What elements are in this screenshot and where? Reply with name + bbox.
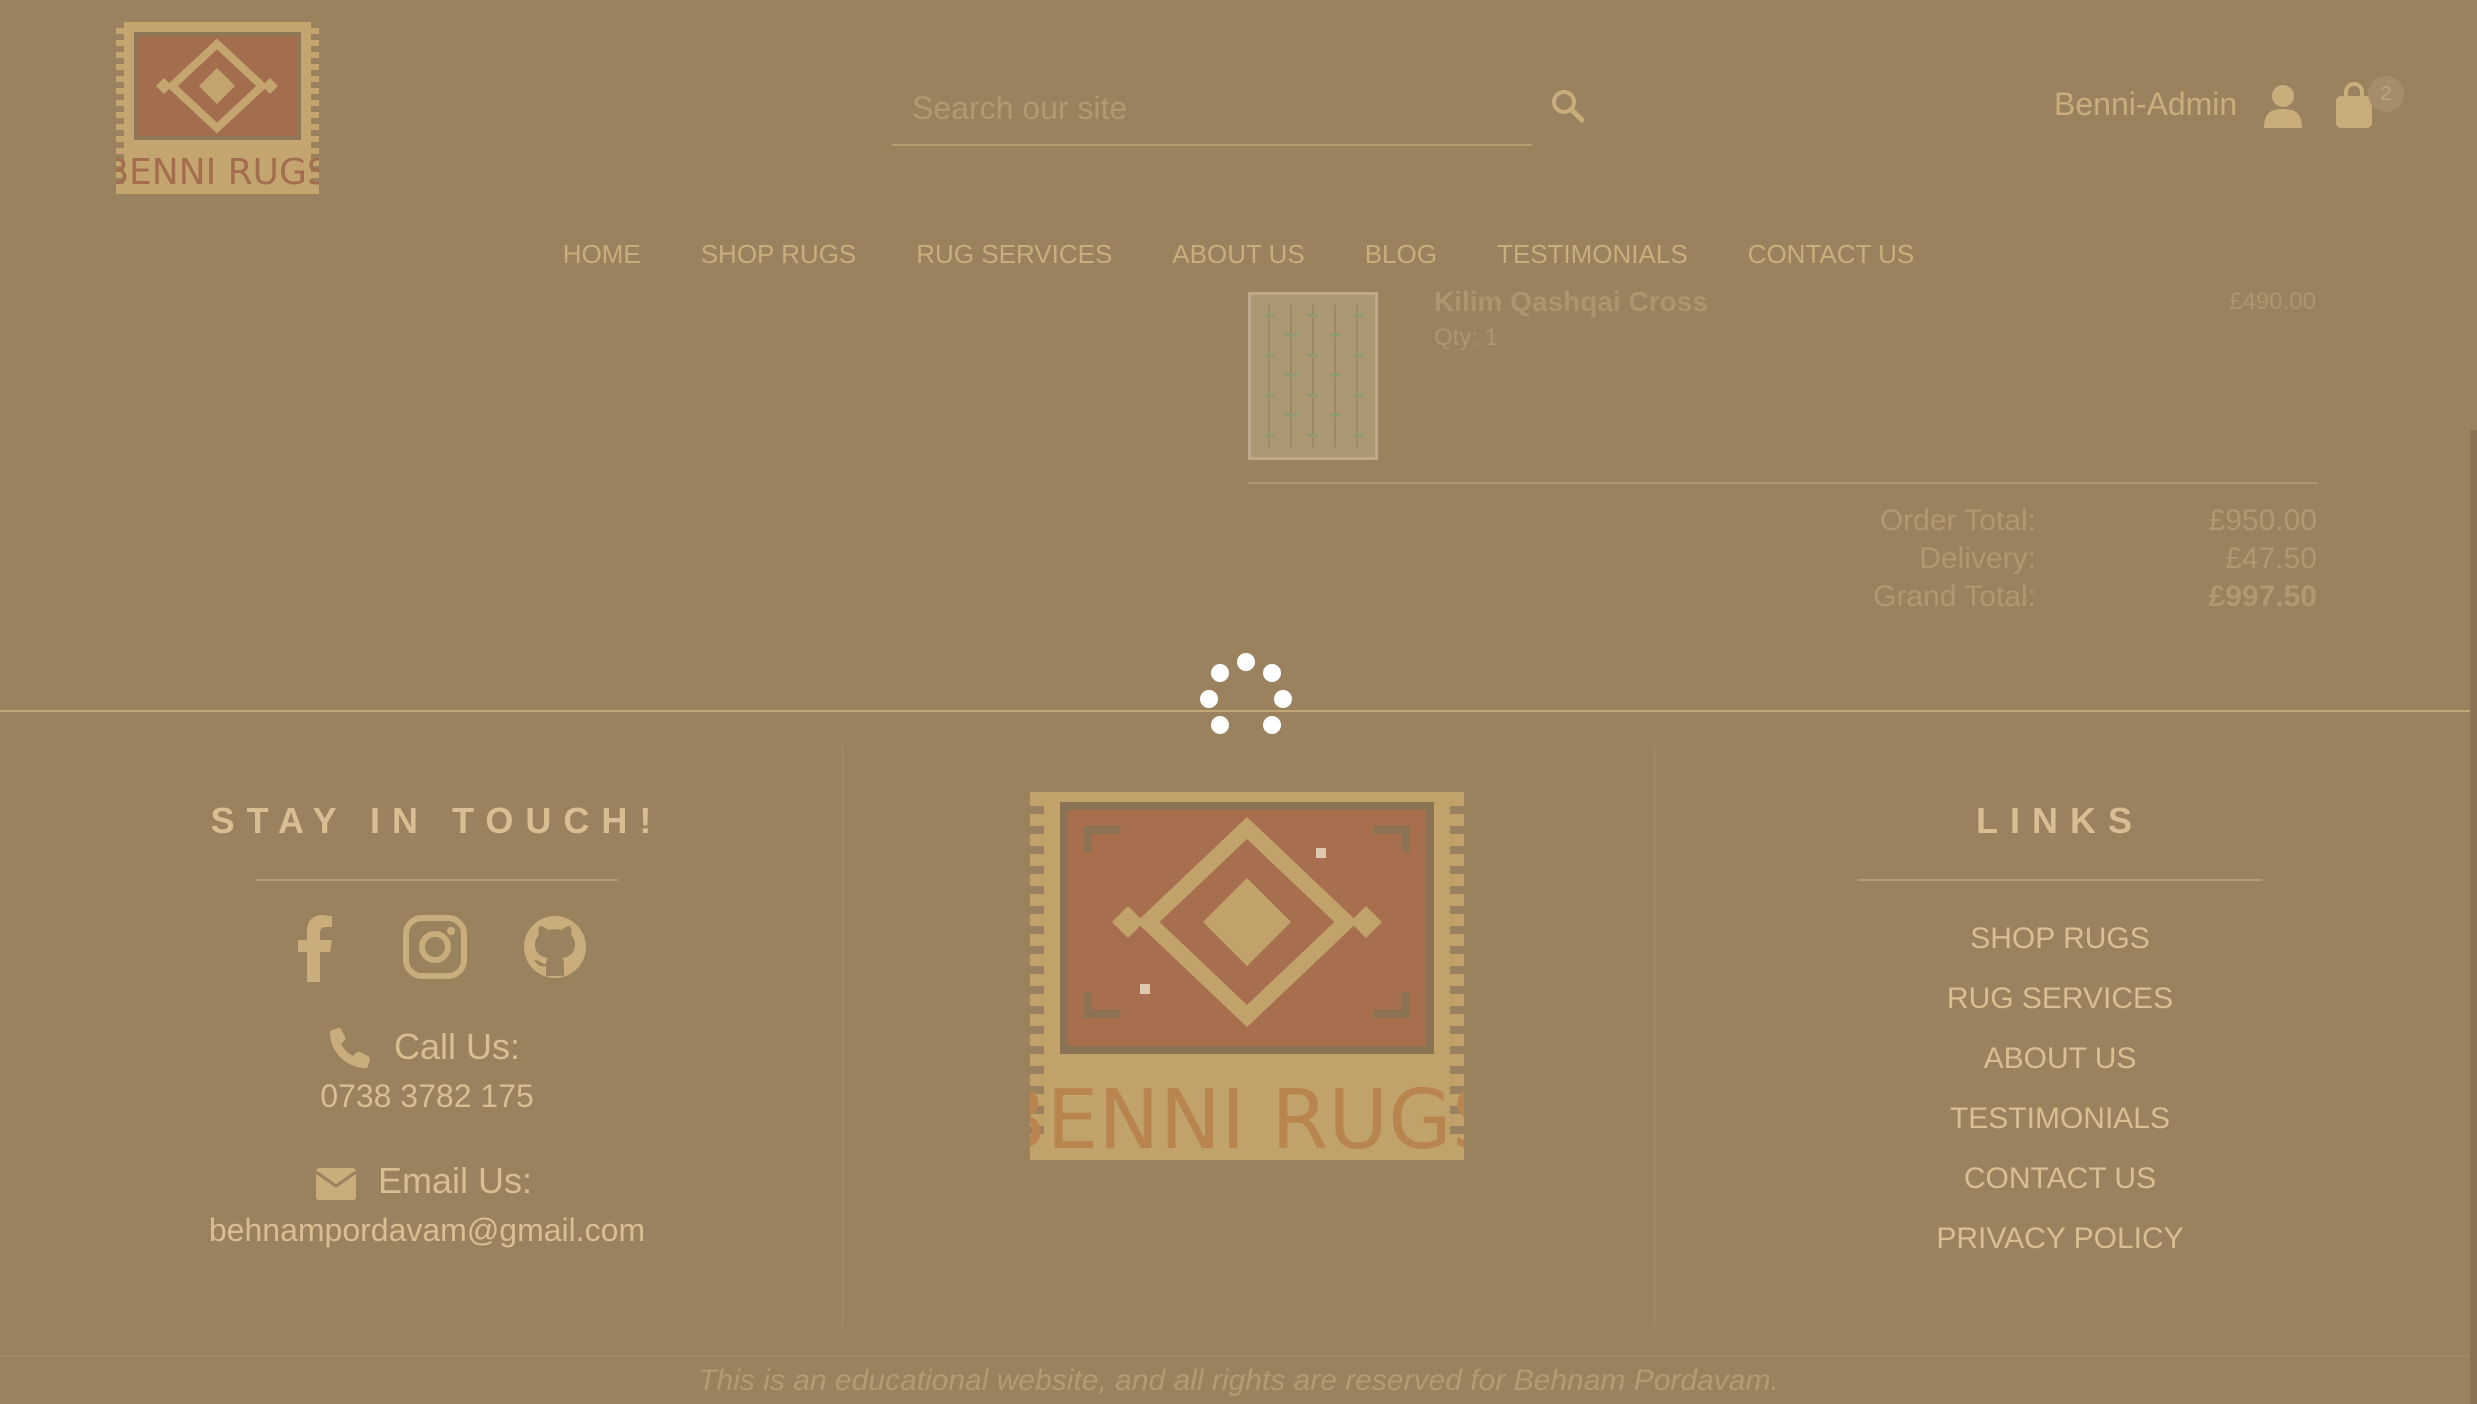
- footer-bottom-border: [0, 1356, 2477, 1357]
- search-input[interactable]: [892, 80, 1492, 136]
- nav-rug-services[interactable]: RUG SERVICES: [916, 234, 1112, 274]
- nav-testimonials[interactable]: TESTIMONIALS: [1497, 234, 1688, 274]
- email-address[interactable]: behnampordavam@gmail.com: [12, 1212, 842, 1249]
- footer-link-shop-rugs[interactable]: SHOP RUGS: [1660, 922, 2460, 956]
- order-total-label: Order Total:: [1879, 504, 2036, 537]
- account-username[interactable]: Benni-Admin: [2054, 86, 2237, 123]
- instagram-icon[interactable]: [400, 912, 470, 982]
- search-bar: [892, 80, 1532, 146]
- site-logo-text: BENNI RUGS: [116, 152, 319, 193]
- facebook-icon[interactable]: [280, 912, 350, 982]
- copyright-notice: This is an educational website, and all …: [698, 1364, 1779, 1397]
- item-thumbnail: [1248, 292, 1378, 460]
- grand-total-label: Grand Total:: [1873, 580, 2036, 613]
- loading-spinner-icon: [1196, 652, 1296, 752]
- user-icon[interactable]: [2264, 84, 2302, 128]
- delivery-label: Delivery:: [1919, 542, 2036, 575]
- links-heading: LINKS: [1976, 800, 2144, 841]
- nav-blog[interactable]: BLOG: [1365, 234, 1437, 274]
- footer-column-divider: [1654, 746, 1655, 1326]
- nav-home[interactable]: HOME: [563, 234, 641, 274]
- phone-number[interactable]: 0738 3782 175: [12, 1078, 842, 1115]
- delivery-value: £47.50: [2225, 542, 2317, 575]
- links-heading-rule: [1858, 879, 2262, 881]
- nav-about-us[interactable]: ABOUT US: [1172, 234, 1304, 274]
- item-price: £490.00: [2229, 288, 2316, 315]
- site-logo[interactable]: BENNI RUGS: [104, 22, 330, 194]
- footer-link-rug-services[interactable]: RUG SERVICES: [1660, 982, 2460, 1016]
- phone-icon: [330, 1028, 370, 1068]
- grand-total-value: £997.50: [2208, 580, 2317, 613]
- github-icon[interactable]: [520, 912, 590, 982]
- item-qty: Qty: 1: [1434, 324, 1499, 351]
- stay-in-touch-heading: STAY IN TOUCH!: [210, 800, 664, 841]
- item-name[interactable]: Kilim Qashqai Cross: [1434, 286, 1708, 318]
- nav-shop-rugs[interactable]: SHOP RUGS: [701, 234, 857, 274]
- footer-link-contact-us[interactable]: CONTACT US: [1660, 1162, 2460, 1196]
- page-scrollbar[interactable]: [2470, 430, 2477, 1404]
- summary-divider: [1248, 482, 2317, 484]
- call-us-label: Call Us:: [394, 1026, 521, 1067]
- footer-link-testimonials[interactable]: TESTIMONIALS: [1660, 1102, 2460, 1136]
- footer-link-privacy-policy[interactable]: PRIVACY POLICY: [1660, 1222, 2460, 1256]
- envelope-icon: [315, 1168, 357, 1200]
- footer-link-about-us[interactable]: ABOUT US: [1660, 1042, 2460, 1076]
- footer-logo-text: BENNI RUGS: [1030, 1073, 1464, 1160]
- email-us-label: Email Us:: [378, 1160, 533, 1201]
- cart-count-badge: 2: [2368, 76, 2404, 112]
- main-nav: HOME SHOP RUGS RUG SERVICES ABOUT US BLO…: [0, 234, 2477, 274]
- stay-heading-rule: [256, 879, 618, 881]
- nav-contact-us[interactable]: CONTACT US: [1748, 234, 1915, 274]
- search-icon[interactable]: [1550, 88, 1586, 124]
- footer-logo: BENNI RUGS: [990, 792, 1504, 1168]
- order-total-value: £950.00: [2208, 504, 2317, 537]
